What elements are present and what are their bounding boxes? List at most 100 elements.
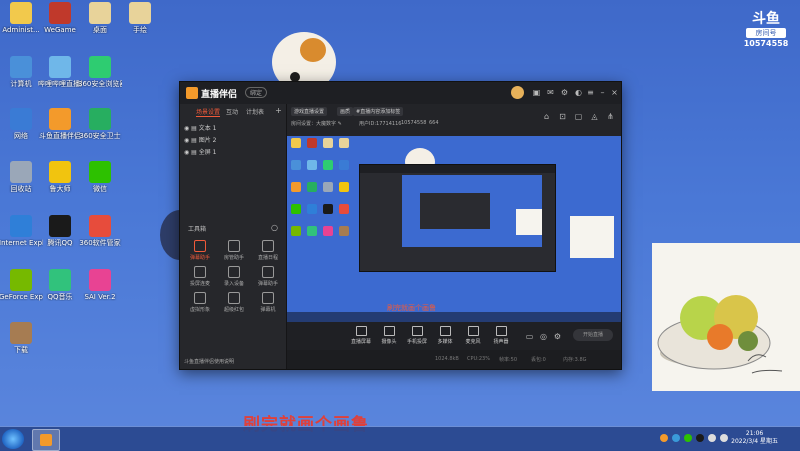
desktop-icon[interactable]: Administ... <box>0 2 43 34</box>
tool-item[interactable]: 虚拟形象 <box>182 292 218 313</box>
tray-icon[interactable] <box>720 434 728 442</box>
clock-time: 21:06 <box>745 430 764 437</box>
camera-button[interactable]: 摄像头 <box>375 326 403 345</box>
screen-icon[interactable]: ▢ <box>574 112 583 121</box>
tool-item[interactable]: 弹幕机 <box>250 292 286 313</box>
tool-item[interactable]: 弹幕助手 <box>250 266 286 287</box>
tray-icon[interactable] <box>660 434 668 442</box>
gift-icon[interactable]: ▣ <box>532 88 541 97</box>
desktop-icon[interactable]: 微信 <box>78 161 122 193</box>
preview-desktop-icon <box>291 204 301 214</box>
app-icon <box>10 322 32 344</box>
tool-item[interactable]: 直播日程 <box>250 240 286 261</box>
system-clock[interactable]: 21:06 2022/3/4 星期五 <box>731 430 778 446</box>
preview-taskbar <box>287 312 621 322</box>
screen-capture-button[interactable]: 直播屏幕 <box>347 326 375 345</box>
bind-badge[interactable]: 绑定 <box>245 87 268 98</box>
source-item[interactable]: ◉ ▤ 全屏 1 <box>184 147 216 156</box>
live-companion-window: 直播伴侣 绑定 ▣ ✉ ⚙ ◐ ≡ – × 场景设置 互动 计划表 + ◉ ▤ … <box>179 81 622 370</box>
settings-icon[interactable]: ⚙ <box>560 88 569 97</box>
tray-icon[interactable] <box>708 434 716 442</box>
source-item[interactable]: ◉ ▤ 文本 1 <box>184 123 216 132</box>
bell-icon[interactable]: ◬ <box>590 112 599 121</box>
app-icon <box>10 2 32 24</box>
desktop-icon[interactable]: 哔哩哔哩直播姬 <box>38 56 82 88</box>
douyu-app-icon <box>40 434 52 446</box>
desktop-icon[interactable]: 计算机 <box>0 56 43 88</box>
help-notice[interactable]: 斗鱼直播伴侣使用说明 <box>184 358 234 365</box>
preview-desktop-icon <box>307 160 317 170</box>
start-button[interactable] <box>2 429 24 449</box>
left-panel: 场景设置 互动 计划表 + ◉ ▤ 文本 1 ◉ ▤ 图片 2 ◉ ▤ 全屏 1… <box>180 104 287 369</box>
douyu-logo: 斗鱼 <box>752 11 780 27</box>
share-icon[interactable]: ⋔ <box>606 112 615 121</box>
toolbox-more-icon[interactable]: ○ <box>270 223 279 232</box>
tool-item[interactable]: 超级红包 <box>216 292 252 313</box>
tool-item[interactable]: 弹幕助手 <box>182 240 218 261</box>
add-source-icon[interactable]: + <box>274 106 283 115</box>
desktop-icon[interactable]: 桌面 <box>78 2 122 34</box>
desktop-icon-label: 哔哩哔哩直播姬 <box>38 80 82 88</box>
tab-interaction[interactable]: 互动 <box>226 107 238 116</box>
desktop-icon-label: 鲁大师 <box>49 185 71 193</box>
source-item[interactable]: ◉ ▤ 图片 2 <box>184 135 216 144</box>
desktop-icon[interactable]: 鲁大师 <box>38 161 82 193</box>
desktop-icon[interactable]: 网络 <box>0 108 43 140</box>
media-button[interactable]: 多媒体 <box>431 326 459 345</box>
tool-item[interactable]: 录入设备 <box>216 266 252 287</box>
shop-icon[interactable]: ⌂ <box>542 112 551 121</box>
quality-chip[interactable]: 画质 <box>337 107 354 116</box>
taskbar-douyu-app[interactable] <box>32 429 60 451</box>
skin-icon[interactable]: ◐ <box>574 88 583 97</box>
mirror-icon[interactable]: ◎ <box>539 332 548 341</box>
minimize-icon[interactable]: – <box>598 88 607 97</box>
desktop-icon-label: 腾讯QQ <box>47 239 73 247</box>
desktop-icon-label: Administ... <box>2 26 40 34</box>
avatar[interactable] <box>511 86 524 99</box>
status-item: 1024.8kB <box>435 356 459 362</box>
status-item: 内存:3.8G <box>563 357 587 363</box>
desktop-icon[interactable]: 腾讯QQ <box>38 215 82 247</box>
record-icon[interactable]: ▭ <box>525 332 534 341</box>
desktop-icon-label: 计算机 <box>10 80 32 88</box>
message-icon[interactable]: ✉ <box>546 88 555 97</box>
preview-desktop-icon <box>323 226 333 236</box>
desktop-icon[interactable]: Internet Explorer <box>0 215 43 247</box>
desktop-icon-label: Internet Explorer <box>0 239 43 247</box>
desktop-icon[interactable]: 手绘 <box>118 2 162 34</box>
phone-cast-button[interactable]: 手机投屏 <box>403 326 431 345</box>
desktop-icon[interactable]: 360安全卫士 <box>78 108 122 140</box>
desktop-icon[interactable]: WeGame <box>38 2 82 34</box>
lock-icon[interactable]: ⊡ <box>558 112 567 121</box>
speaker-button[interactable]: 扬声器 <box>487 326 515 345</box>
tray-icon[interactable] <box>684 434 692 442</box>
tool-item[interactable]: 投屏连麦 <box>182 266 218 287</box>
close-icon[interactable]: × <box>610 88 619 97</box>
desktop-icon[interactable]: 斗鱼直播伴侣 <box>38 108 82 140</box>
config-icon[interactable]: ⚙ <box>553 332 562 341</box>
menu-icon[interactable]: ≡ <box>586 88 595 97</box>
tag-chip[interactable]: #直播内容添加标签 <box>353 107 404 116</box>
tool-item[interactable]: 房管助手 <box>216 240 252 261</box>
start-stream-button[interactable]: 开始直播 <box>573 329 613 341</box>
desktop-icon[interactable]: 回收站 <box>0 161 43 193</box>
game-setting-chip[interactable]: 游戏直播设置 <box>291 107 328 116</box>
desktop-icon[interactable]: 360软件管家 <box>78 215 122 247</box>
desktop-icon[interactable]: 下载 <box>0 322 43 354</box>
tab-scene[interactable]: 场景设置 <box>196 107 221 117</box>
desktop-icon[interactable]: SAI Ver.2 <box>78 269 122 301</box>
desktop-icon[interactable]: QQ音乐 <box>38 269 82 301</box>
status-item: CPU:23% <box>467 356 490 362</box>
preview-desktop-icon <box>339 138 349 148</box>
tool-icon <box>228 240 240 252</box>
microphone-button[interactable]: 麦克风 <box>459 326 487 345</box>
tray-icon[interactable] <box>696 434 704 442</box>
app-icon <box>49 215 71 237</box>
source-label: 图片 2 <box>198 137 217 144</box>
desktop-icon-label: 桌面 <box>93 26 107 34</box>
desktop-icon[interactable]: GeForce Experience <box>0 269 43 301</box>
tab-schedule[interactable]: 计划表 <box>246 107 264 116</box>
desktop-icon[interactable]: 360安全浏览器 <box>78 56 122 88</box>
tray-icon[interactable] <box>672 434 680 442</box>
stream-preview[interactable]: 刷完就画个画鲁 <box>287 136 621 322</box>
